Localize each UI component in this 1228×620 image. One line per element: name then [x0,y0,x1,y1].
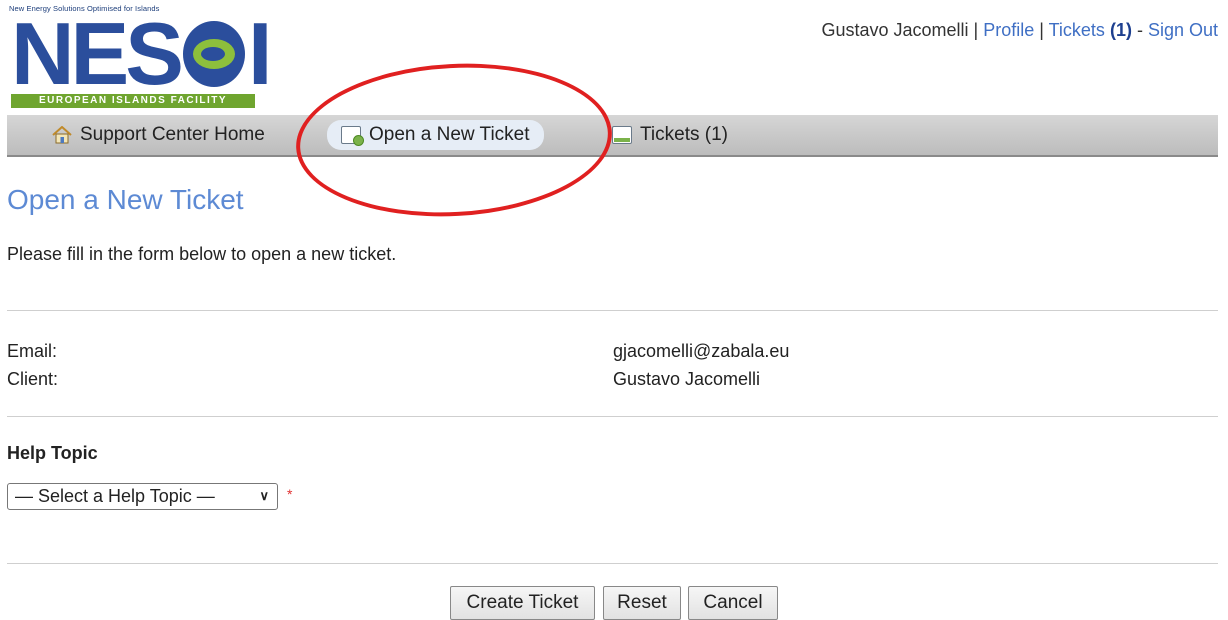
required-asterisk: * [287,486,293,502]
client-value: Gustavo Jacomelli [613,369,761,389]
page-intro: Please fill in the form below to open a … [7,244,397,264]
profile-link[interactable]: Profile [983,20,1034,40]
help-topic-selected-value: — Select a Help Topic — [15,486,215,506]
home-icon [52,125,72,144]
tickets-link-label: Tickets [1048,20,1105,40]
separator: - [1131,20,1148,40]
logo-globe-icon [182,21,245,87]
nav-support-center-home[interactable]: Support Center Home [52,120,265,150]
reset-button[interactable]: Reset [603,586,681,620]
tickets-count: (1) [1109,20,1132,40]
create-ticket-button[interactable]: Create Ticket [450,586,595,620]
separator: | [1034,20,1049,40]
divider [7,563,1218,564]
user-bar: Gustavo Jacomelli | Profile | Tickets (1… [821,20,1218,41]
nav-label: Support Center Home [80,124,265,145]
email-label: Email: [7,341,58,361]
divider [7,310,1218,311]
email-value: gjacomelli@zabala.eu [613,341,790,361]
logo-wordmark: NES I [11,4,273,103]
logo-word-right: I [247,4,273,103]
annotation-highlight-ellipse [292,55,616,225]
help-topic-heading: Help Topic [7,443,98,463]
tickets-icon [612,126,632,144]
main-nav: Support Center Home Open a New Ticket Ti… [7,115,1218,157]
divider [7,416,1218,417]
client-label: Client: [7,369,59,389]
logo-bar: EUROPEAN ISLANDS FACILITY [11,94,255,108]
help-topic-select[interactable]: — Select a Help Topic — ∨ [7,483,278,510]
nav-label: Tickets (1) [640,124,728,145]
sign-out-link[interactable]: Sign Out [1148,20,1218,40]
nesoi-logo[interactable]: New Energy Solutions Optimised for Islan… [9,4,272,108]
user-name: Gustavo Jacomelli [821,20,969,40]
nav-tickets[interactable]: Tickets (1) [612,120,728,150]
tickets-link[interactable]: Tickets (1) [1049,20,1132,40]
separator: | [968,20,984,40]
chevron-down-icon: ∨ [259,488,269,503]
logo-word-left: NES [11,4,184,103]
cancel-button[interactable]: Cancel [688,586,778,620]
page-title: Open a New Ticket [7,184,244,215]
